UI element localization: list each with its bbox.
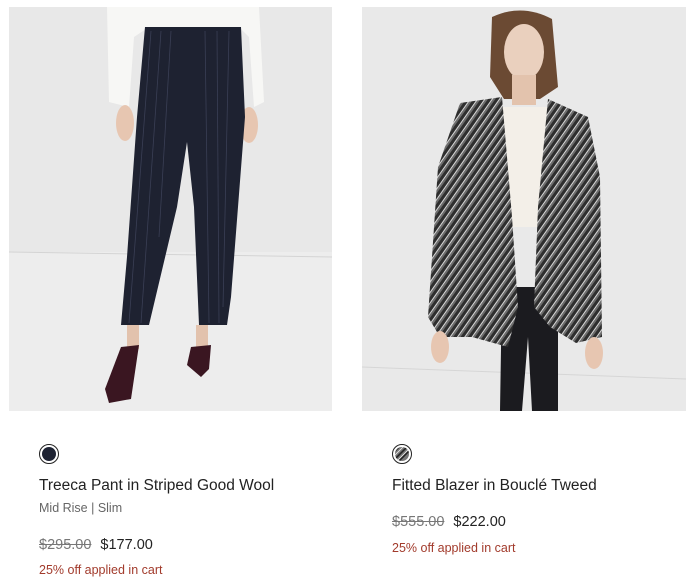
promo-text: 25% off applied in cart — [39, 563, 163, 577]
sale-price: $177.00 — [100, 537, 153, 553]
swatch-fill — [42, 447, 56, 461]
color-swatch-row — [39, 444, 59, 468]
product-image-blazer[interactable] — [362, 7, 686, 411]
color-swatch-navy[interactable] — [39, 444, 59, 464]
product-image-pant[interactable] — [9, 7, 332, 411]
sale-price: $222.00 — [453, 514, 506, 530]
color-swatch-tweed[interactable] — [392, 444, 412, 464]
product-card[interactable] — [9, 0, 332, 411]
product-name[interactable]: Treeca Pant in Striped Good Wool — [39, 477, 274, 495]
price-row: $295.00 $177.00 — [39, 537, 153, 553]
tweed-blazer-photo — [362, 7, 686, 411]
striped-pant-photo — [9, 7, 332, 411]
price-row: $555.00 $222.00 — [392, 514, 506, 530]
original-price: $295.00 — [39, 537, 92, 553]
original-price: $555.00 — [392, 514, 445, 530]
product-name[interactable]: Fitted Blazer in Bouclé Tweed — [392, 477, 597, 495]
promo-text: 25% off applied in cart — [392, 541, 516, 555]
tweed-swatch-icon — [395, 447, 409, 461]
product-subtitle: Mid Rise | Slim — [39, 501, 123, 515]
product-card[interactable] — [362, 0, 686, 411]
color-swatch-row — [392, 444, 412, 468]
